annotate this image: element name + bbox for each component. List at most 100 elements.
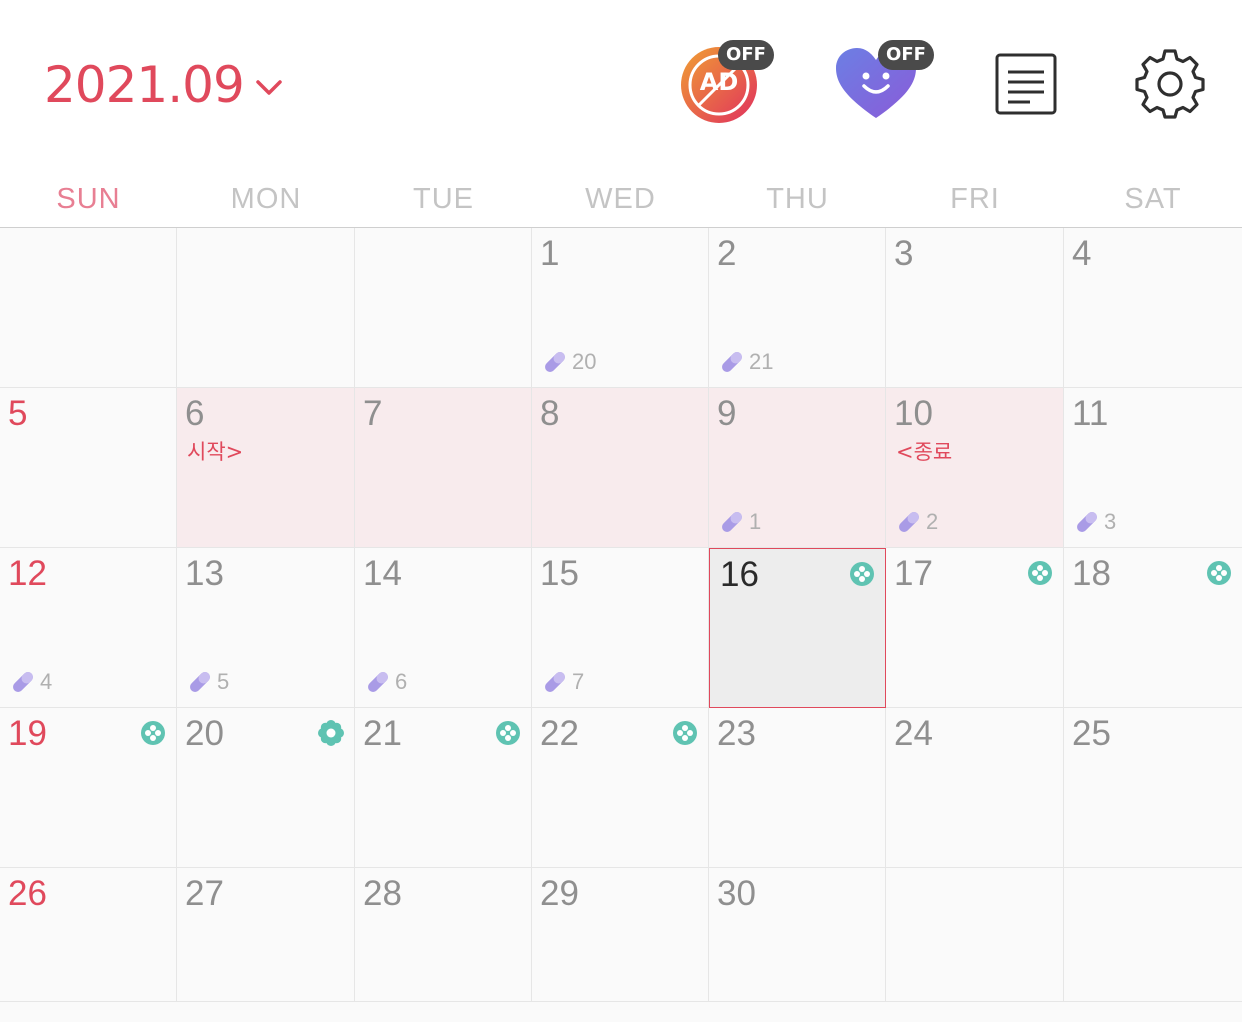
day-number: 3 (894, 234, 914, 273)
calendar-day[interactable]: 20 (177, 708, 355, 868)
pill-count: 1 (749, 509, 762, 534)
period-note: <종료 (896, 440, 953, 464)
calendar-day[interactable]: 8 (532, 388, 709, 548)
calendar-day[interactable]: 12 4 (0, 548, 177, 708)
day-number: 14 (363, 554, 402, 593)
calendar-day[interactable]: 5 (0, 388, 177, 548)
day-number: 4 (1072, 234, 1092, 273)
day-number: 28 (363, 874, 402, 913)
day-number: 10 (894, 394, 933, 433)
day-number: 5 (8, 394, 28, 433)
calendar-day[interactable]: 91 (709, 388, 886, 548)
pill-indicator: 21 (719, 349, 773, 375)
notes-button[interactable] (994, 52, 1058, 116)
calendar-day[interactable]: 6 시작> (177, 388, 355, 548)
pill-count: 6 (395, 669, 408, 694)
day-number: 25 (1072, 714, 1111, 753)
pill-indicator: 20 (542, 349, 596, 375)
day-number: 30 (717, 874, 756, 913)
day-number: 1 (540, 234, 560, 273)
ad-off-badge: OFF (718, 40, 774, 70)
day-number: 16 (720, 555, 759, 594)
day-number: 6 (185, 394, 205, 433)
calendar-day[interactable]: 17 (886, 548, 1064, 708)
fertile-icon (1206, 560, 1232, 586)
calendar-day-empty (1064, 868, 1242, 1002)
calendar-day[interactable]: 18 (1064, 548, 1242, 708)
fertile-icon (849, 561, 875, 587)
calendar-day[interactable]: 29 (532, 868, 709, 1002)
app-header: 2021.09 AD OFF OFF (0, 0, 1242, 165)
calendar-day[interactable]: 11 3 (1064, 388, 1242, 548)
day-number: 8 (540, 394, 560, 433)
pill-icon (722, 512, 742, 532)
fertile-icon (672, 720, 698, 746)
calendar-day[interactable]: 21 (355, 708, 532, 868)
pill-icon (545, 352, 565, 372)
weekday-tue: TUE (413, 183, 474, 215)
calendar-day-empty (355, 228, 532, 388)
calendar-day-empty (177, 228, 355, 388)
calendar-day[interactable]: 2 21 (709, 228, 886, 388)
calendar-day[interactable]: 14 6 (355, 548, 532, 708)
pill-count: 4 (40, 669, 53, 694)
day-number: 20 (185, 714, 224, 753)
pill-count: 2 (926, 509, 939, 534)
pill-count: 5 (217, 669, 230, 694)
weekday-sat: SAT (1124, 183, 1182, 215)
calendar-day[interactable]: 3 (886, 228, 1064, 388)
calendar-day[interactable]: 10 <종료 2 (886, 388, 1064, 548)
calendar-day[interactable]: 30 (709, 868, 886, 1002)
pill-icon (899, 512, 919, 532)
pill-indicator: 4 (10, 669, 52, 695)
calendar-day[interactable]: 4 (1064, 228, 1242, 388)
calendar-day[interactable]: 15 7 (532, 548, 709, 708)
calendar-day[interactable]: 23 (709, 708, 886, 868)
pill-count: 7 (572, 669, 585, 694)
calendar-day[interactable]: 26 (0, 868, 177, 1002)
settings-button[interactable] (1134, 48, 1206, 120)
calendar-day[interactable]: 19 (0, 708, 177, 868)
fertile-icon (1027, 560, 1053, 586)
pill-icon (722, 352, 742, 372)
calendar-day[interactable]: 22 (532, 708, 709, 868)
month-selector-button[interactable]: 2021.09 (44, 52, 284, 118)
mood-toggle-button[interactable]: OFF (834, 40, 934, 124)
day-number: 2 (717, 234, 737, 273)
calendar-day-today[interactable]: 16 (709, 548, 886, 708)
weekday-thu: THU (766, 183, 829, 215)
day-number: 11 (1072, 394, 1109, 433)
pill-indicator: 3 (1074, 509, 1116, 535)
calendar-day[interactable]: 25 (1064, 708, 1242, 868)
pill-icon (545, 672, 565, 692)
calendar-day[interactable]: 28 (355, 868, 532, 1002)
day-number: 9 (717, 394, 737, 433)
day-number: 13 (185, 554, 224, 593)
gear-icon (1135, 49, 1205, 119)
calendar-day[interactable]: 7 (355, 388, 532, 548)
pill-indicator: 5 (187, 669, 229, 695)
ad-label: AD (699, 68, 739, 96)
pill-count: 20 (572, 349, 597, 374)
day-number: 21 (363, 714, 402, 753)
weekday-sun: SUN (56, 183, 121, 215)
fertile-icon (495, 720, 521, 746)
mood-off-badge: OFF (878, 40, 934, 70)
day-number: 7 (363, 394, 383, 433)
calendar-day[interactable]: 24 (886, 708, 1064, 868)
day-number: 19 (8, 714, 47, 753)
pill-indicator: 7 (542, 669, 584, 695)
day-number: 12 (8, 554, 47, 593)
calendar-day[interactable]: 1 20 (532, 228, 709, 388)
day-number: 27 (185, 874, 224, 913)
day-number: 22 (540, 714, 579, 753)
fertile-icon (140, 720, 166, 746)
period-note: 시작> (187, 440, 244, 464)
day-number: 18 (1072, 554, 1111, 593)
ad-toggle-button[interactable]: AD OFF (678, 40, 778, 124)
document-list-icon (995, 53, 1057, 115)
pill-indicator: 6 (365, 669, 407, 695)
calendar-day[interactable]: 27 (177, 868, 355, 1002)
calendar-day[interactable]: 13 5 (177, 548, 355, 708)
calendar-day-empty (886, 868, 1064, 1002)
